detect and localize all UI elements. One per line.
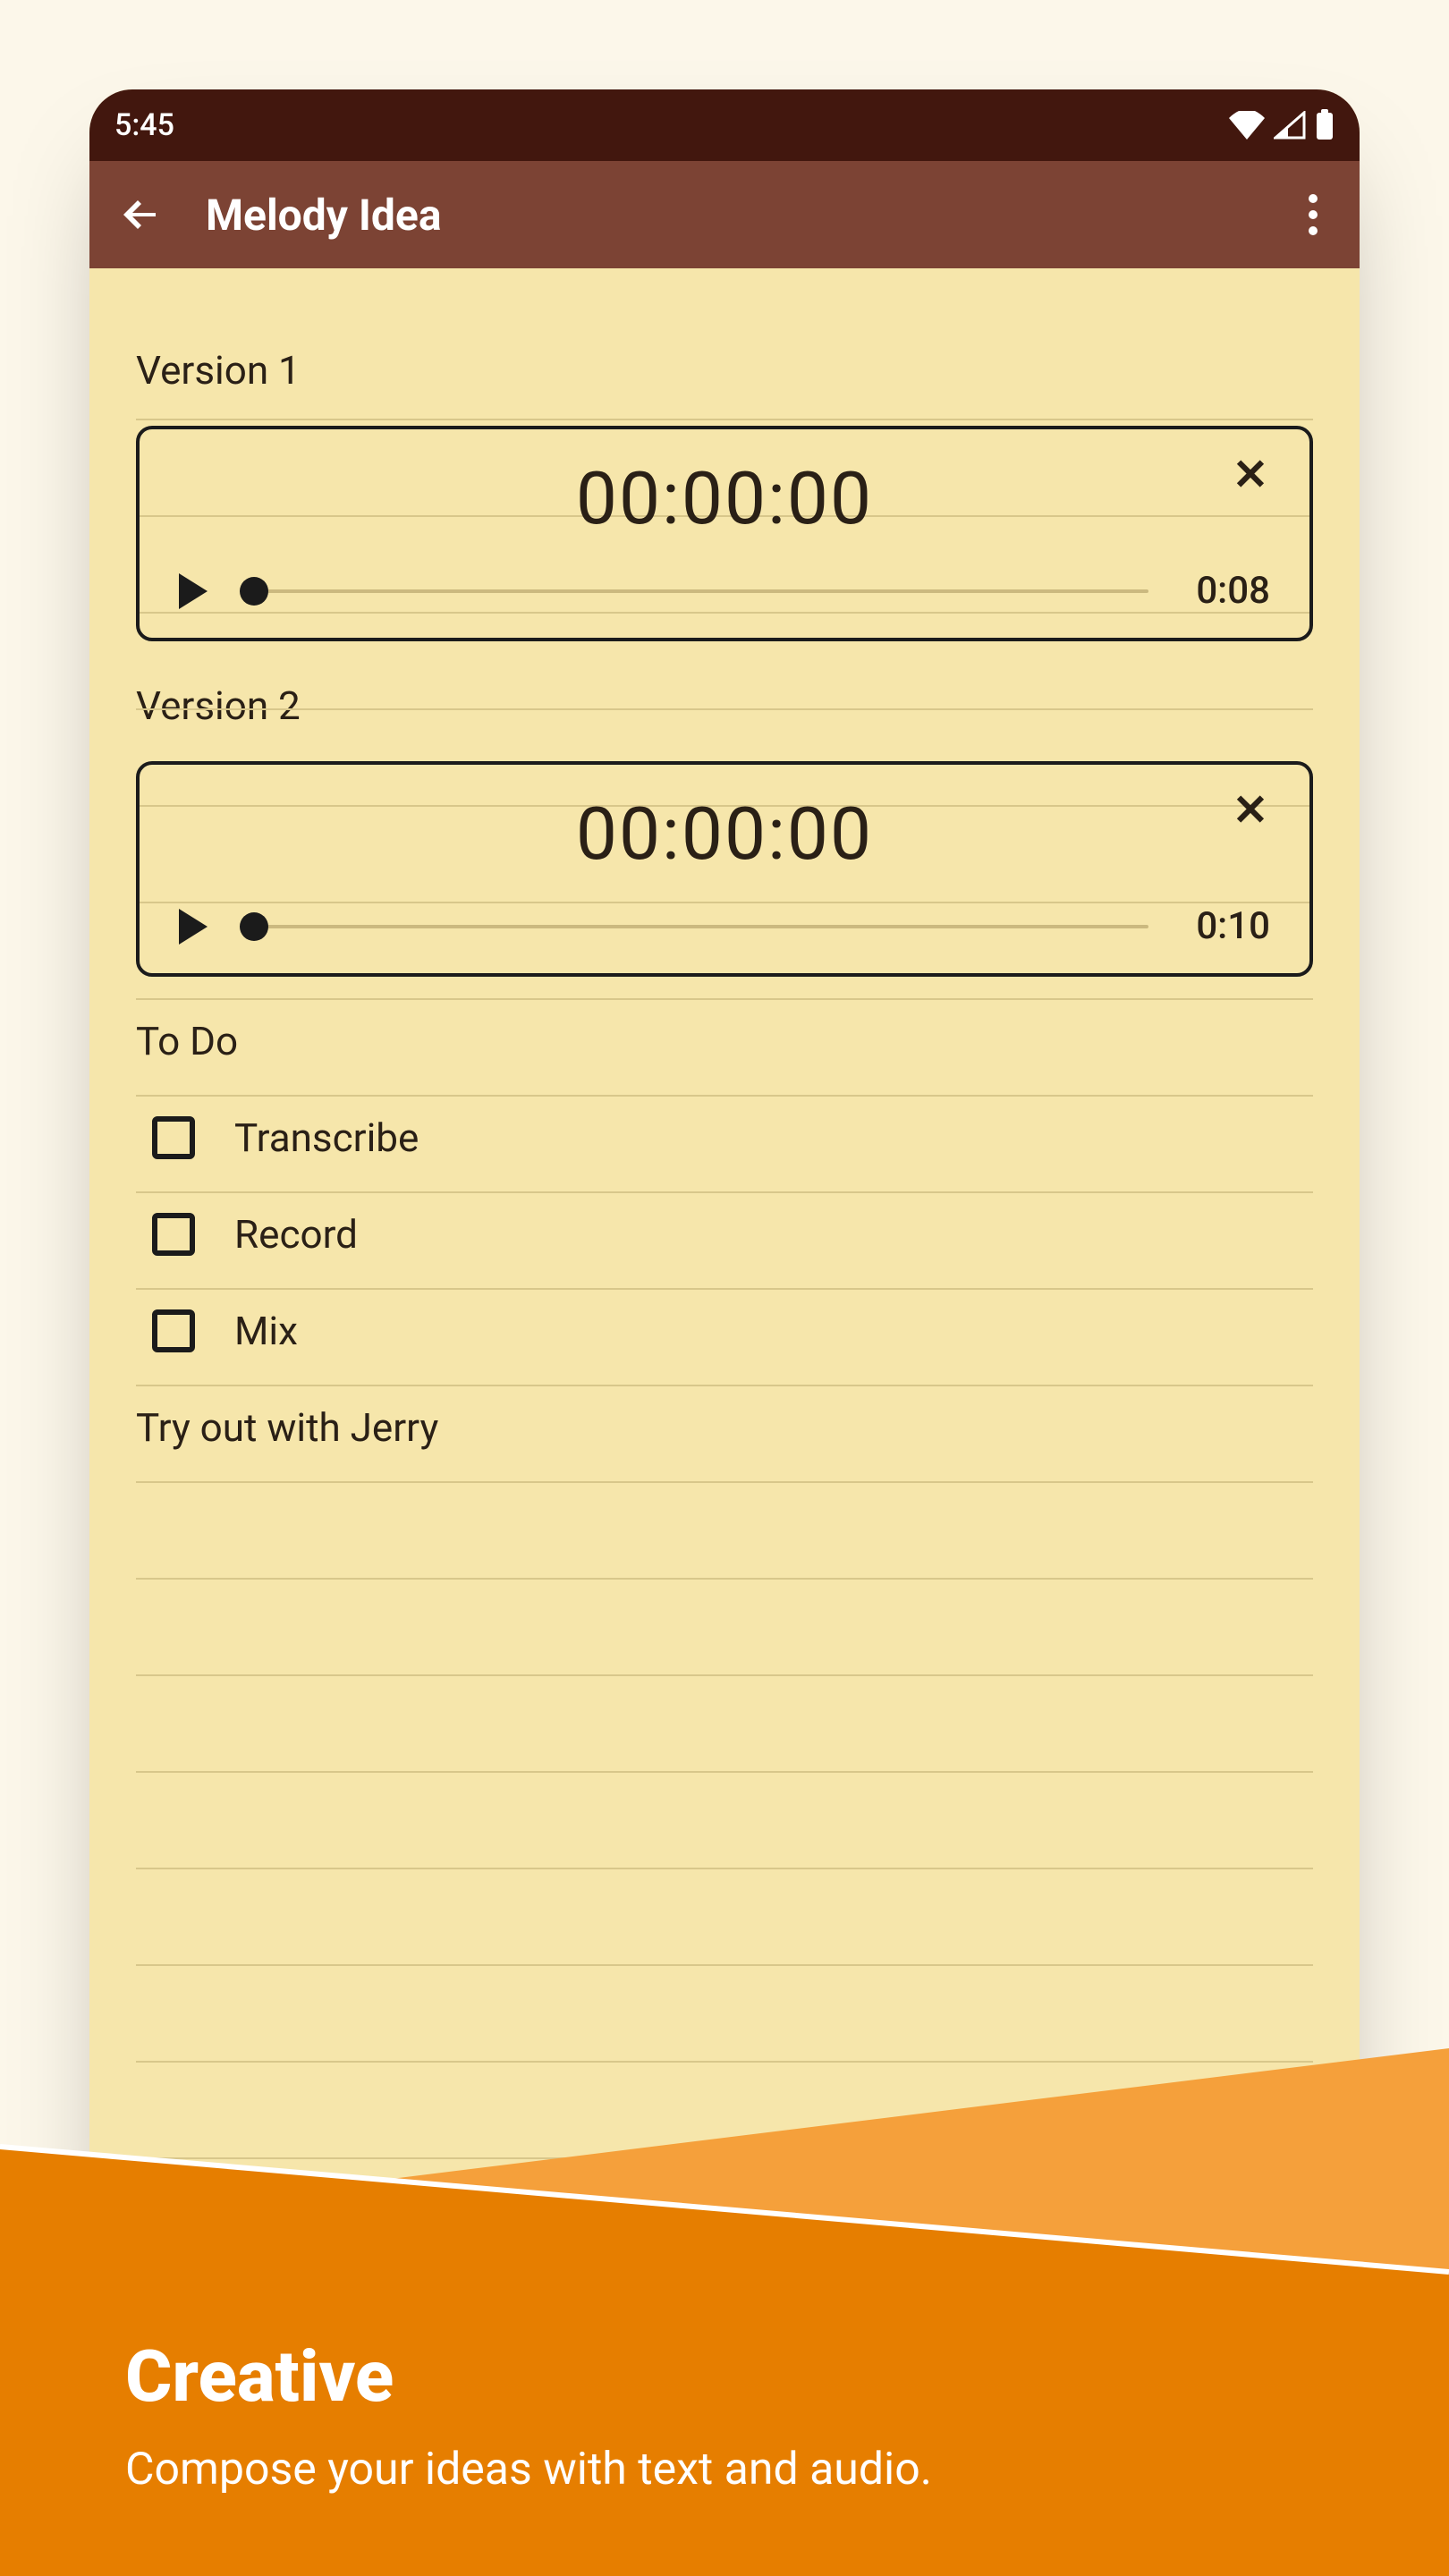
more-vert-icon — [1308, 193, 1318, 236]
arrow-left-icon — [120, 193, 163, 236]
close-icon: ✕ — [1233, 784, 1268, 835]
status-bar: 5:45 — [89, 89, 1360, 161]
audio-player: 00:00:00 ✕ 0:10 — [136, 761, 1313, 977]
status-icons — [1229, 109, 1335, 141]
todo-item[interactable]: Transcribe — [136, 1089, 1313, 1186]
todo-label: Record — [234, 1211, 358, 1258]
back-button[interactable] — [114, 188, 168, 242]
promo-banner: Creative Compose your ideas with text an… — [0, 2039, 1449, 2576]
status-time: 5:45 — [114, 107, 174, 143]
checkbox[interactable] — [152, 1116, 195, 1159]
signal-icon — [1274, 111, 1306, 140]
audio-remove-button[interactable]: ✕ — [1224, 783, 1277, 836]
overflow-menu-button[interactable] — [1292, 188, 1335, 242]
play-button[interactable] — [179, 909, 208, 945]
audio-elapsed-time: 00:00:00 — [576, 792, 873, 877]
play-button[interactable] — [179, 573, 208, 609]
note-body[interactable]: Version 1 00:00:00 ✕ 0:08 Version 2 00:0… — [89, 268, 1360, 2236]
wifi-icon — [1229, 111, 1265, 140]
audio-duration: 0:08 — [1181, 569, 1270, 613]
version-label: Version 2 — [136, 657, 1313, 754]
audio-seek-slider[interactable] — [240, 914, 1148, 939]
checkbox[interactable] — [152, 1309, 195, 1352]
version-label: Version 1 — [136, 322, 1313, 419]
audio-remove-button[interactable]: ✕ — [1224, 447, 1277, 501]
todo-heading: To Do — [136, 993, 1313, 1089]
todo-item[interactable]: Record — [136, 1186, 1313, 1283]
note-text-line[interactable]: Try out with Jerry — [136, 1379, 1313, 1476]
banner-subtitle: Compose your ideas with text and audio. — [125, 2444, 932, 2496]
app-bar: Melody Idea — [89, 161, 1360, 268]
todo-item[interactable]: Mix — [136, 1283, 1313, 1379]
close-icon: ✕ — [1233, 449, 1268, 500]
todo-label: Transcribe — [234, 1114, 419, 1161]
audio-player: 00:00:00 ✕ 0:08 — [136, 426, 1313, 641]
battery-icon — [1315, 109, 1335, 141]
audio-elapsed-time: 00:00:00 — [576, 456, 873, 542]
todo-label: Mix — [234, 1308, 298, 1354]
audio-duration: 0:10 — [1181, 904, 1270, 948]
phone-frame: 5:45 Melody Idea Version 1 00:00:00 ✕ — [89, 89, 1360, 2236]
banner-title: Creative — [125, 2334, 932, 2419]
audio-seek-slider[interactable] — [240, 579, 1148, 604]
page-title: Melody Idea — [206, 190, 1254, 241]
checkbox[interactable] — [152, 1213, 195, 1256]
